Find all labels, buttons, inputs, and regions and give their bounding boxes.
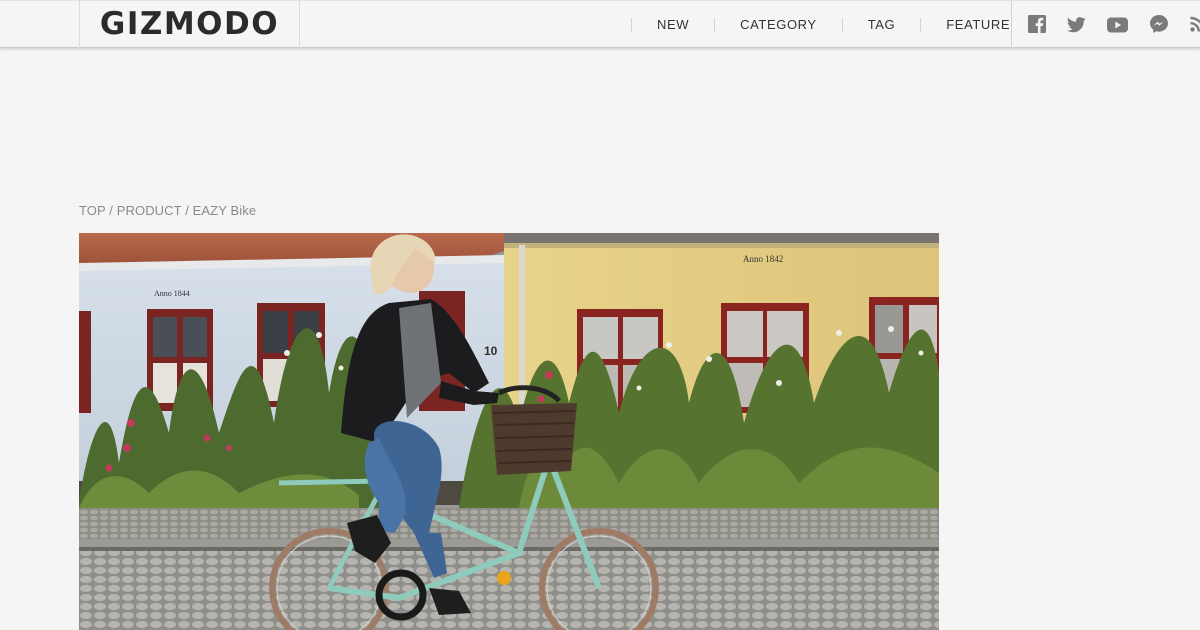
nav-item-category[interactable]: CATEGORY [714,17,842,32]
rss-icon[interactable] [1190,16,1200,36]
site-header: GIZMODO NEW CATEGORY TAG FEATURE [0,0,1200,48]
facebook-icon[interactable] [1028,15,1048,35]
breadcrumb-product[interactable]: PRODUCT [117,203,182,218]
house-sign-right: Anno 1842 [743,254,783,264]
nav-item-tag[interactable]: TAG [841,17,921,32]
bicycle-basket [491,403,577,475]
breadcrumb-separator: / [185,203,189,218]
breadcrumb-separator: / [109,203,113,218]
breadcrumb: TOP / PRODUCT / EAZY Bike [79,203,256,218]
messenger-icon[interactable] [1149,14,1169,34]
hero-photo-bicycle-street: Anno 1844 Anno 1842 10 [79,233,939,630]
youtube-icon[interactable] [1107,17,1128,37]
logo-container[interactable]: GIZMODO [79,1,300,48]
breadcrumb-current: EAZY Bike [192,203,257,218]
ad-space [79,60,939,190]
site-logo[interactable]: GIZMODO [100,9,279,40]
nav-item-new[interactable]: NEW [631,17,714,32]
social-links [1011,1,1200,48]
door-number: 10 [484,344,498,358]
twitter-icon[interactable] [1067,17,1087,37]
hero-image: Anno 1844 Anno 1842 10 [79,233,939,630]
house-sign-left: Anno 1844 [154,289,190,298]
main-nav: NEW CATEGORY TAG FEATURE [631,1,1035,48]
breadcrumb-top[interactable]: TOP [79,203,106,218]
